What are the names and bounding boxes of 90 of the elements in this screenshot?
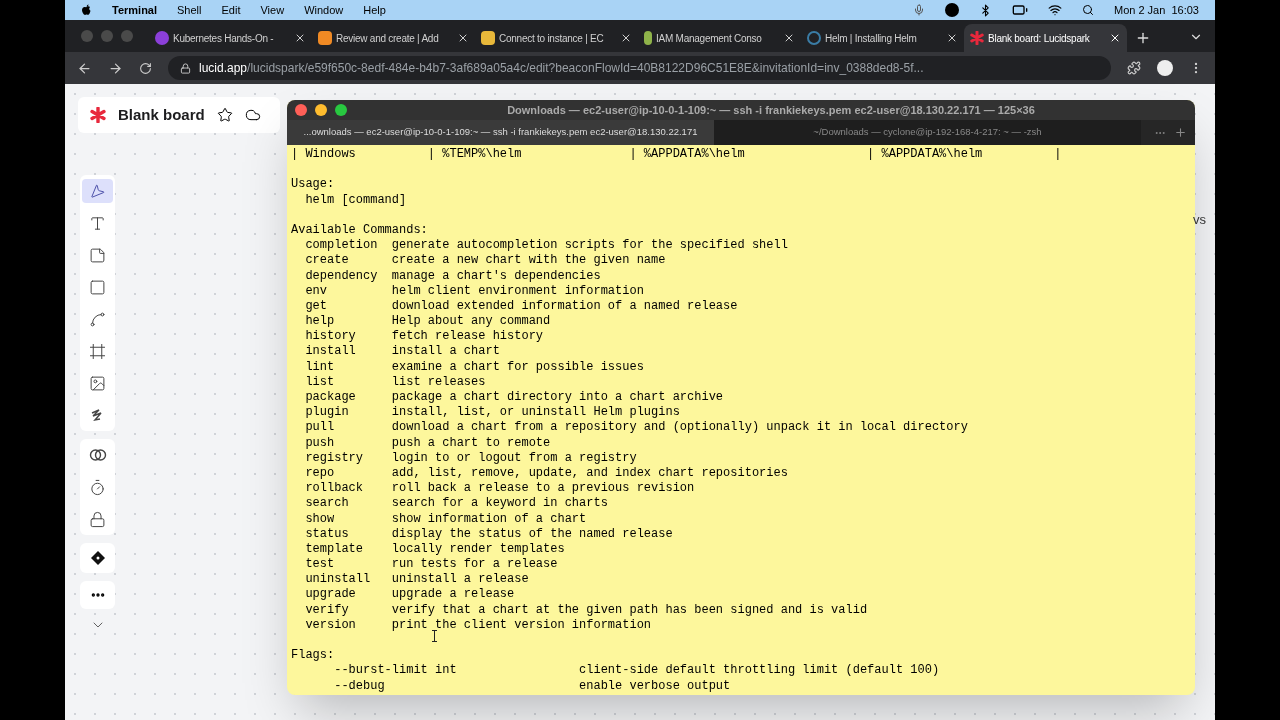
key-favicon-icon <box>644 31 652 45</box>
text-cursor-icon <box>431 630 438 642</box>
terminal-line: push push a chart to remote <box>304 435 552 451</box>
terminal-line: Usage: <box>291 177 336 193</box>
helm-favicon-icon <box>807 31 821 45</box>
terminal-line: version print the client version information <box>304 617 653 633</box>
tab-title: IAM Management Conso <box>656 31 763 46</box>
star-icon[interactable] <box>216 107 233 123</box>
canvas-text: vs <box>1193 211 1207 229</box>
window-title: Downloads — ec2-user@ip-10-0-1-109:~ — ssh -i frankiekeys.pem ec2-user@18.130.22.171 — 125×36 <box>506 102 1036 118</box>
close-tab-icon[interactable] <box>294 32 306 44</box>
tab-title: Review and create | Add <box>336 31 440 46</box>
cloud-saved-icon[interactable] <box>244 107 261 123</box>
tab-title: Kubernetes Hands-On - <box>173 31 275 46</box>
terminal-tab[interactable]: ...ownloads — ec2-user@ip-10-0-1-109:~ — ssh -i frankiekeys.pem ec2-user@18.130.22.171 <box>287 120 714 145</box>
new-terminal-tab-icon[interactable] <box>1174 126 1187 139</box>
terminal-line: | Windows | %TEMP%\helm | %APPDATA%\helm | %APPDATA%\helm | <box>291 147 1063 163</box>
search-icon[interactable] <box>1082 4 1094 16</box>
close-tab-icon[interactable] <box>620 32 632 44</box>
profile-avatar[interactable] <box>1157 60 1173 76</box>
menu-item[interactable]: Shell <box>177 1 202 19</box>
diamond-icon[interactable] <box>90 551 105 565</box>
browser-tab[interactable]: IAM Management Conso <box>638 24 801 52</box>
select-tool-icon[interactable] <box>82 179 113 203</box>
course-favicon-icon <box>155 31 169 45</box>
wifi-icon[interactable] <box>1048 3 1062 17</box>
microphone-icon <box>913 4 925 16</box>
terminal-line: package package a chart directory into a chart archive <box>304 390 725 406</box>
app-menu[interactable]: Terminal <box>112 1 158 19</box>
menu-item[interactable]: Help <box>363 1 386 19</box>
terminal-tab[interactable]: ~/Downloads — cyclone@ip-192-168-4-217: ~ — -zsh <box>714 120 1141 145</box>
terminal-line: rollback roll back a release to a previous revision <box>304 481 696 497</box>
back-icon[interactable] <box>77 60 92 76</box>
board-title[interactable]: Blank board <box>118 103 205 127</box>
terminal-line: env helm client environment information <box>304 283 645 299</box>
terminal-line: list list releases <box>304 374 487 390</box>
browser-tab[interactable]: Kubernetes Hands-On - <box>149 24 312 52</box>
terminal-line: pull download a chart from a repository and (optionally) unpack it in local directory <box>304 420 969 436</box>
bluetooth-icon[interactable] <box>979 3 992 17</box>
terminal-line: help Help about any command <box>304 314 552 330</box>
terminal-line: history fetch release history <box>304 329 545 345</box>
terminal-line: registry login to or logout from a registry <box>304 450 638 466</box>
terminal-line: uninstall uninstall a release <box>304 572 530 588</box>
reload-icon[interactable] <box>139 61 152 75</box>
close-tab-icon[interactable] <box>946 32 958 44</box>
menu-item[interactable]: Edit <box>221 1 241 19</box>
terminal-line: Available Commands: <box>291 222 429 239</box>
terminal-line: repo add, list, remove, update, and index chart repositories <box>304 465 789 482</box>
browser-tab[interactable]: Connect to instance | EC <box>475 24 638 52</box>
close-tab-icon[interactable] <box>783 32 795 44</box>
menu-item[interactable]: View <box>260 1 285 19</box>
tab-title: Connect to instance | EC <box>499 31 605 46</box>
browser-tab[interactable]: Review and create | Add <box>312 24 475 52</box>
close-tab-icon[interactable] <box>1109 32 1121 44</box>
apple-logo-icon <box>81 3 92 17</box>
terminal-line: get download extended information of a named release <box>304 298 739 315</box>
terminal-line: create create a new chart with the given name <box>304 253 667 269</box>
asterisk-logo-icon <box>90 107 106 123</box>
terminal-line: template locally render templates <box>304 541 566 558</box>
terminal-line: status display the status of the named release <box>304 526 674 542</box>
address-bar[interactable]: lucid.app/lucidspark/e59f650c-8edf-484e-b4b7-3af689a05a4c/edit?beaconFlowId=40B8122D96C51E8E&invitationId=inv_0388ded8-5f... <box>168 56 1111 80</box>
terminal-line: Flags: <box>291 648 336 664</box>
terminal-line: --debug enable verbose output <box>333 678 732 694</box>
cube-favicon-icon <box>318 31 332 45</box>
tab-title: Blank board: Lucidspark <box>988 31 1091 46</box>
terminal-line: completion generate autocompletion scripts for the specified shell <box>304 238 789 254</box>
browser-tab[interactable]: Helm | Installing Helm <box>801 24 964 52</box>
terminal-line: test run tests for a release <box>304 557 559 573</box>
do-not-disturb-icon[interactable] <box>945 3 959 17</box>
box-favicon-icon <box>481 31 495 45</box>
browser-tab[interactable]: Blank board: Lucidspark <box>964 24 1127 52</box>
menu-item[interactable]: Window <box>304 1 344 19</box>
terminal-line: helm [command] <box>304 192 408 208</box>
terminal-line: lint examine a chart for possible issues <box>304 359 645 375</box>
terminal-line: dependency manage a chart's dependencies <box>304 268 602 284</box>
terminal-line: show show information of a chart <box>304 511 588 527</box>
battery-icon[interactable] <box>1012 2 1028 18</box>
terminal-line: plugin install, list, or uninstall Helm plugins <box>304 405 681 421</box>
forward-icon[interactable] <box>108 60 123 76</box>
close-tab-icon[interactable] <box>457 32 469 44</box>
clock[interactable]: Mon 2 Jan 16:03 <box>1114 1 1199 19</box>
tab-title: Helm | Installing Helm <box>825 31 918 46</box>
asterisk-favicon-icon <box>970 31 984 45</box>
terminal-line: install install a chart <box>304 344 501 360</box>
extensions-icon[interactable] <box>1127 61 1141 75</box>
terminal-line: upgrade upgrade a release <box>304 587 516 603</box>
terminal-line: --burst-limit int client-side default throttling limit (default 100) <box>333 663 941 679</box>
terminal-line: verify verify that a chart at the given path has been signed and is valid <box>304 602 869 618</box>
new-tab-icon[interactable] <box>1135 30 1151 46</box>
terminal-line: search search for a keyword in charts <box>304 496 609 512</box>
